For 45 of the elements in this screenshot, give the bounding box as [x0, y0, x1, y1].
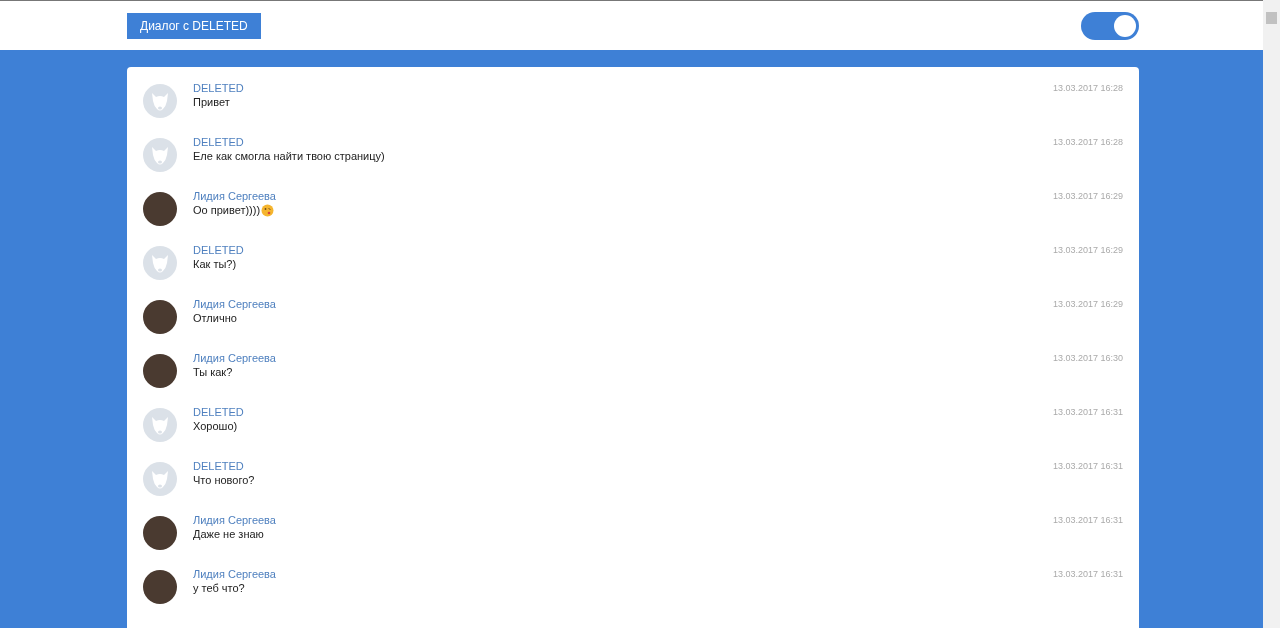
author-name[interactable]: DELETED: [193, 135, 244, 149]
message-text: у теб что?: [193, 581, 245, 596]
scrollbar[interactable]: [1263, 0, 1280, 628]
message-time: 13.03.2017 16:30: [1052, 352, 1123, 365]
message-text: Что нового?: [193, 473, 255, 488]
author-name[interactable]: Лидия Сергеева: [193, 351, 276, 365]
message-time: 13.03.2017 16:31: [1052, 514, 1123, 527]
author-name[interactable]: Лидия Сергеева: [193, 189, 276, 203]
message-text: Отлично: [193, 311, 237, 326]
scrollbar-thumb[interactable]: [1266, 12, 1277, 24]
avatar-photo-placeholder: [143, 570, 177, 604]
author-name[interactable]: Лидия Сергеева: [193, 297, 276, 311]
author-name[interactable]: DELETED: [193, 243, 244, 257]
message-text: Оо привет)))): [193, 203, 261, 218]
avatar-photo-placeholder: [143, 354, 177, 388]
message-time: 13.03.2017 16:28: [1052, 82, 1123, 95]
message-text: Как ты?): [193, 257, 237, 272]
message-text: Привет: [193, 95, 230, 110]
avatar-photo-placeholder: [143, 300, 177, 334]
deleted-user-avatar: [143, 246, 177, 280]
dialog-title-button[interactable]: Диалог с DELETED: [127, 12, 261, 39]
emoji-icon: [261, 204, 275, 217]
author-name[interactable]: Лидия Сергеева: [193, 567, 276, 581]
deleted-user-avatar: [143, 462, 177, 496]
message-time: 13.03.2017 16:29: [1052, 298, 1123, 311]
message-time: 13.03.2017 16:29: [1052, 190, 1123, 203]
deleted-user-avatar: [143, 84, 177, 118]
message-time: 13.03.2017 16:31: [1052, 460, 1123, 473]
message-text: Хорошо): [193, 419, 238, 434]
avatar-photo-placeholder: [143, 516, 177, 550]
message-text: Ты как?: [193, 365, 233, 380]
message-time: 13.03.2017 16:28: [1052, 136, 1123, 149]
deleted-user-avatar: [143, 138, 177, 172]
author-name[interactable]: DELETED: [193, 405, 244, 419]
author-name[interactable]: DELETED: [193, 459, 244, 473]
author-name[interactable]: DELETED: [193, 81, 244, 95]
message-time: 13.03.2017 16:29: [1052, 244, 1123, 257]
deleted-user-avatar: [143, 408, 177, 442]
avatar-photo-placeholder: [143, 192, 177, 226]
message-text: Еле как смогла найти твою страницу): [193, 149, 385, 164]
message-time: 13.03.2017 16:31: [1052, 568, 1123, 581]
message-time: 13.03.2017 16:31: [1052, 406, 1123, 419]
message-text: Даже не знаю: [193, 527, 264, 542]
toggle-switch[interactable]: [1081, 11, 1139, 40]
author-name[interactable]: Лидия Сергеева: [193, 513, 276, 527]
